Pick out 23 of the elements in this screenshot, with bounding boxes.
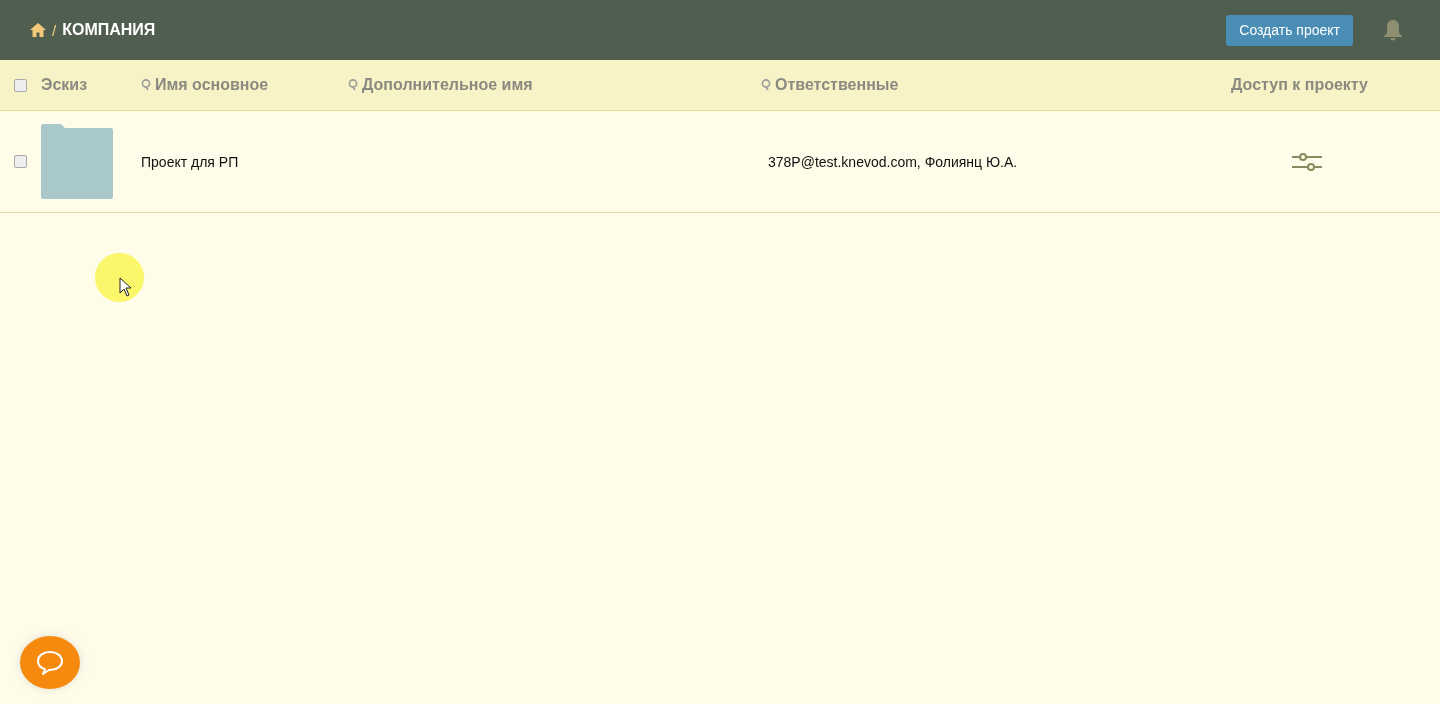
breadcrumb-current: КОМПАНИЯ [62, 21, 156, 39]
chat-button[interactable] [20, 636, 80, 689]
search-icon[interactable] [141, 79, 151, 91]
search-icon[interactable] [761, 79, 771, 91]
column-header[interactable]: Ответственные [775, 76, 899, 94]
notifications-bell-icon[interactable] [1383, 19, 1403, 41]
column-header[interactable]: Имя основное [155, 76, 269, 94]
column-header[interactable]: Эскиз [41, 76, 88, 94]
project-responsible: 378P@test.knevod.com, Фолиянц Ю.А. [768, 153, 1018, 170]
column-header[interactable]: Дополнительное имя [362, 76, 533, 94]
table-row[interactable]: Проект для РП 378P@test.knevod.com, Фолиянц Ю.А. [0, 111, 1440, 213]
settings-sliders-icon[interactable] [1291, 152, 1322, 171]
select-all-checkbox[interactable] [14, 78, 27, 92]
row-checkbox[interactable] [14, 155, 27, 168]
home-icon[interactable] [30, 23, 46, 37]
folder-icon [41, 124, 113, 199]
project-name: Проект для РП [141, 153, 239, 170]
create-project-button[interactable]: Создать проект [1226, 14, 1353, 46]
chat-bubble-icon [35, 649, 65, 676]
column-header[interactable]: Доступ к проекту [1231, 76, 1368, 94]
cursor-highlight-icon [95, 253, 144, 302]
search-icon[interactable] [348, 79, 358, 91]
breadcrumb-separator: / [52, 21, 57, 39]
